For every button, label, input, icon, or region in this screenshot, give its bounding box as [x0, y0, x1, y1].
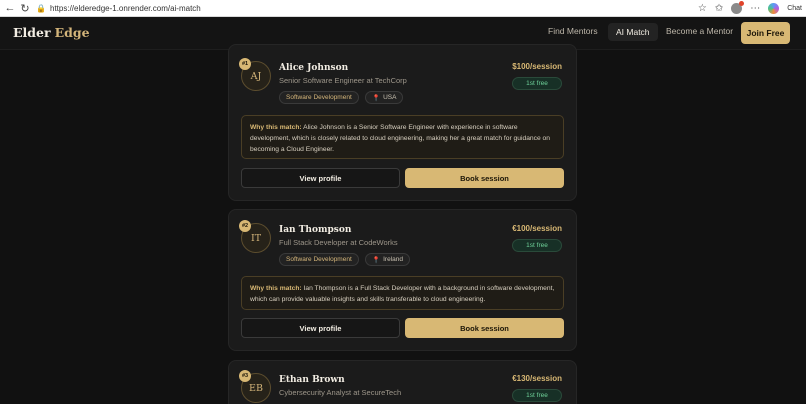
rank-badge: #1 [239, 58, 251, 70]
location-pin-icon: 📍 [372, 256, 381, 264]
first-free-badge: 1st free [512, 389, 562, 402]
mentor-name[interactable]: Alice Johnson [279, 63, 348, 73]
nav-find-mentors[interactable]: Find Mentors [548, 26, 598, 36]
mentor-title: Full Stack Developer at CodeWorks [279, 238, 398, 247]
favorite-star-icon[interactable]: ☆ [698, 3, 707, 14]
match-reason: Why this match: Ian Thompson is a Full S… [241, 276, 564, 310]
profile-avatar-icon[interactable] [731, 0, 745, 14]
match-reason-label: Why this match: [250, 124, 302, 131]
copilot-icon[interactable] [768, 2, 780, 14]
mentor-name[interactable]: Ian Thompson [279, 225, 351, 235]
chat-label[interactable]: Chat [787, 5, 802, 12]
mentor-name[interactable]: Ethan Brown [279, 375, 345, 385]
first-free-badge: 1st free [512, 77, 562, 90]
join-free-button[interactable]: Join Free [741, 22, 790, 44]
view-profile-button[interactable]: View profile [241, 168, 400, 188]
expertise-tag: Software Development [279, 253, 359, 266]
expertise-tag: Software Development [279, 91, 359, 104]
location-tag: 📍 Ireland [365, 253, 410, 266]
location-text: Ireland [383, 256, 403, 263]
avatar: AJ #1 [239, 58, 271, 91]
view-profile-button[interactable]: View profile [241, 318, 400, 338]
avatar-initials: AJ [250, 70, 262, 82]
back-arrow-icon[interactable]: ← [3, 1, 17, 15]
address-bar[interactable]: 🔒 https://elderedge-1.onrender.com/ai-ma… [36, 1, 696, 15]
avatar-initials: EB [249, 382, 263, 394]
location-pin-icon: 📍 [372, 94, 381, 102]
book-session-button[interactable]: Book session [405, 168, 564, 188]
first-free-badge: 1st free [512, 239, 562, 252]
mentor-card: IT #2 Ian Thompson Full Stack Developer … [228, 209, 577, 351]
nav-become-mentor[interactable]: Become a Mentor [666, 26, 733, 36]
browser-toolbar: ← ↻ 🔒 https://elderedge-1.onrender.com/a… [0, 0, 806, 17]
session-price: €100/session [512, 224, 562, 233]
favorites-icon[interactable]: ✩ [715, 3, 723, 14]
location-text: USA [383, 94, 397, 101]
session-price: €130/session [512, 374, 562, 383]
avatar: EB #3 [239, 370, 271, 403]
rank-badge: #3 [239, 370, 251, 382]
avatar-initials: IT [250, 232, 262, 244]
location-tag: 📍 USA [365, 91, 404, 104]
book-session-button[interactable]: Book session [405, 318, 564, 338]
mentor-title: Cybersecurity Analyst at SecureTech [279, 388, 402, 397]
url-text: https://elderedge-1.onrender.com/ai-matc… [50, 3, 201, 13]
avatar: IT #2 [239, 220, 271, 253]
site-info-icon[interactable]: 🔒 [36, 4, 46, 13]
logo[interactable]: Elder Edge [13, 25, 90, 40]
more-menu-icon[interactable]: ⋯ [750, 3, 760, 14]
mentor-card: EB #3 Ethan Brown Cybersecurity Analyst … [228, 360, 577, 404]
mentor-title: Senior Software Engineer at TechCorp [279, 76, 407, 85]
mentor-card: AJ #1 Alice Johnson Senior Software Engi… [228, 44, 577, 201]
match-reason-label: Why this match: [250, 285, 302, 292]
session-price: $100/session [512, 62, 562, 71]
logo-word-elder: Elder [13, 25, 51, 40]
logo-word-edge: Edge [54, 25, 90, 40]
reload-icon[interactable]: ↻ [18, 1, 32, 15]
rank-badge: #2 [239, 220, 251, 232]
match-reason: Why this match: Alice Johnson is a Senio… [241, 115, 564, 159]
nav-ai-match[interactable]: AI Match [608, 23, 658, 41]
